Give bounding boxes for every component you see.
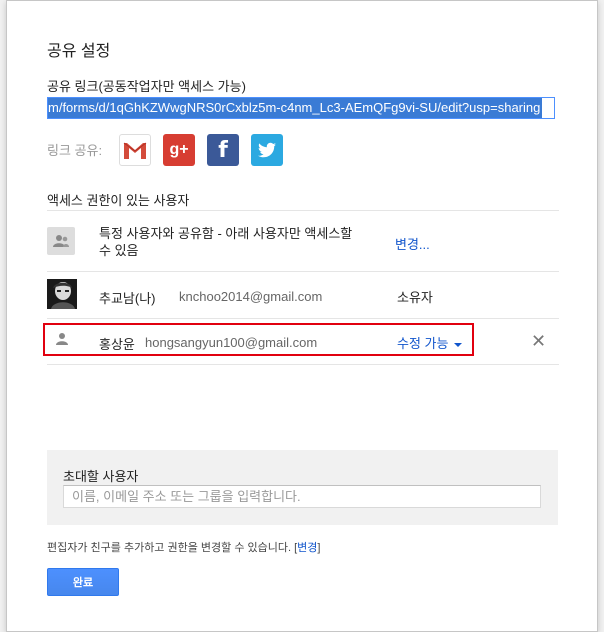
owner-avatar bbox=[47, 279, 77, 309]
remove-user-icon[interactable]: ✕ bbox=[531, 331, 546, 351]
google-plus-icon[interactable]: g+ bbox=[163, 134, 195, 166]
share-settings-dialog: 공유 설정 공유 링크(공동작업자만 액세스 가능) m/forms/d/1qG… bbox=[6, 0, 598, 632]
permission-dropdown[interactable]: 수정 가능 bbox=[397, 333, 463, 352]
owner-email: knchoo2014@gmail.com bbox=[179, 289, 323, 304]
person-icon bbox=[51, 328, 73, 350]
collaborator-email: hongsangyun100@gmail.com bbox=[145, 335, 318, 350]
gmail-icon[interactable] bbox=[119, 134, 151, 166]
caret-down-icon bbox=[454, 342, 463, 347]
permission-label: 수정 가능 bbox=[397, 336, 449, 351]
access-list-header: 액세스 권한이 있는 사용자 bbox=[47, 193, 190, 208]
divider bbox=[47, 318, 559, 319]
link-share-label: 링크 공유: bbox=[47, 143, 103, 158]
divider bbox=[47, 210, 559, 211]
group-icon bbox=[47, 227, 75, 255]
dialog-title: 공유 설정 bbox=[47, 43, 111, 60]
invite-label: 초대할 사용자 bbox=[63, 469, 139, 484]
divider bbox=[47, 271, 559, 272]
share-link-field[interactable]: m/forms/d/1qGhKZWwgNRS0rCxblz5m-c4nm_Lc3… bbox=[47, 97, 555, 119]
twitter-icon[interactable] bbox=[251, 134, 283, 166]
change-visibility-link[interactable]: 변경... bbox=[395, 234, 430, 253]
facebook-icon[interactable]: f bbox=[207, 134, 239, 166]
editor-permission-note: 편집자가 친구를 추가하고 권한을 변경할 수 있습니다. [변경] bbox=[47, 542, 321, 554]
divider bbox=[47, 364, 559, 365]
change-editor-permission-link[interactable]: 변경 bbox=[297, 542, 317, 554]
visibility-description: 특정 사용자와 공유함 - 아래 사용자만 액세스할 수 있음 bbox=[99, 226, 353, 258]
invite-panel: 초대할 사용자 bbox=[47, 450, 558, 525]
share-link-value[interactable]: m/forms/d/1qGhKZWwgNRS0rCxblz5m-c4nm_Lc3… bbox=[48, 98, 543, 118]
owner-role: 소유자 bbox=[397, 290, 433, 305]
invite-input[interactable] bbox=[63, 485, 541, 508]
collaborator-name: 홍상윤 bbox=[99, 337, 135, 352]
share-link-label: 공유 링크(공동작업자만 액세스 가능) bbox=[47, 79, 246, 94]
owner-name: 추교남(나) bbox=[99, 291, 156, 306]
done-button[interactable]: 완료 bbox=[47, 568, 119, 596]
